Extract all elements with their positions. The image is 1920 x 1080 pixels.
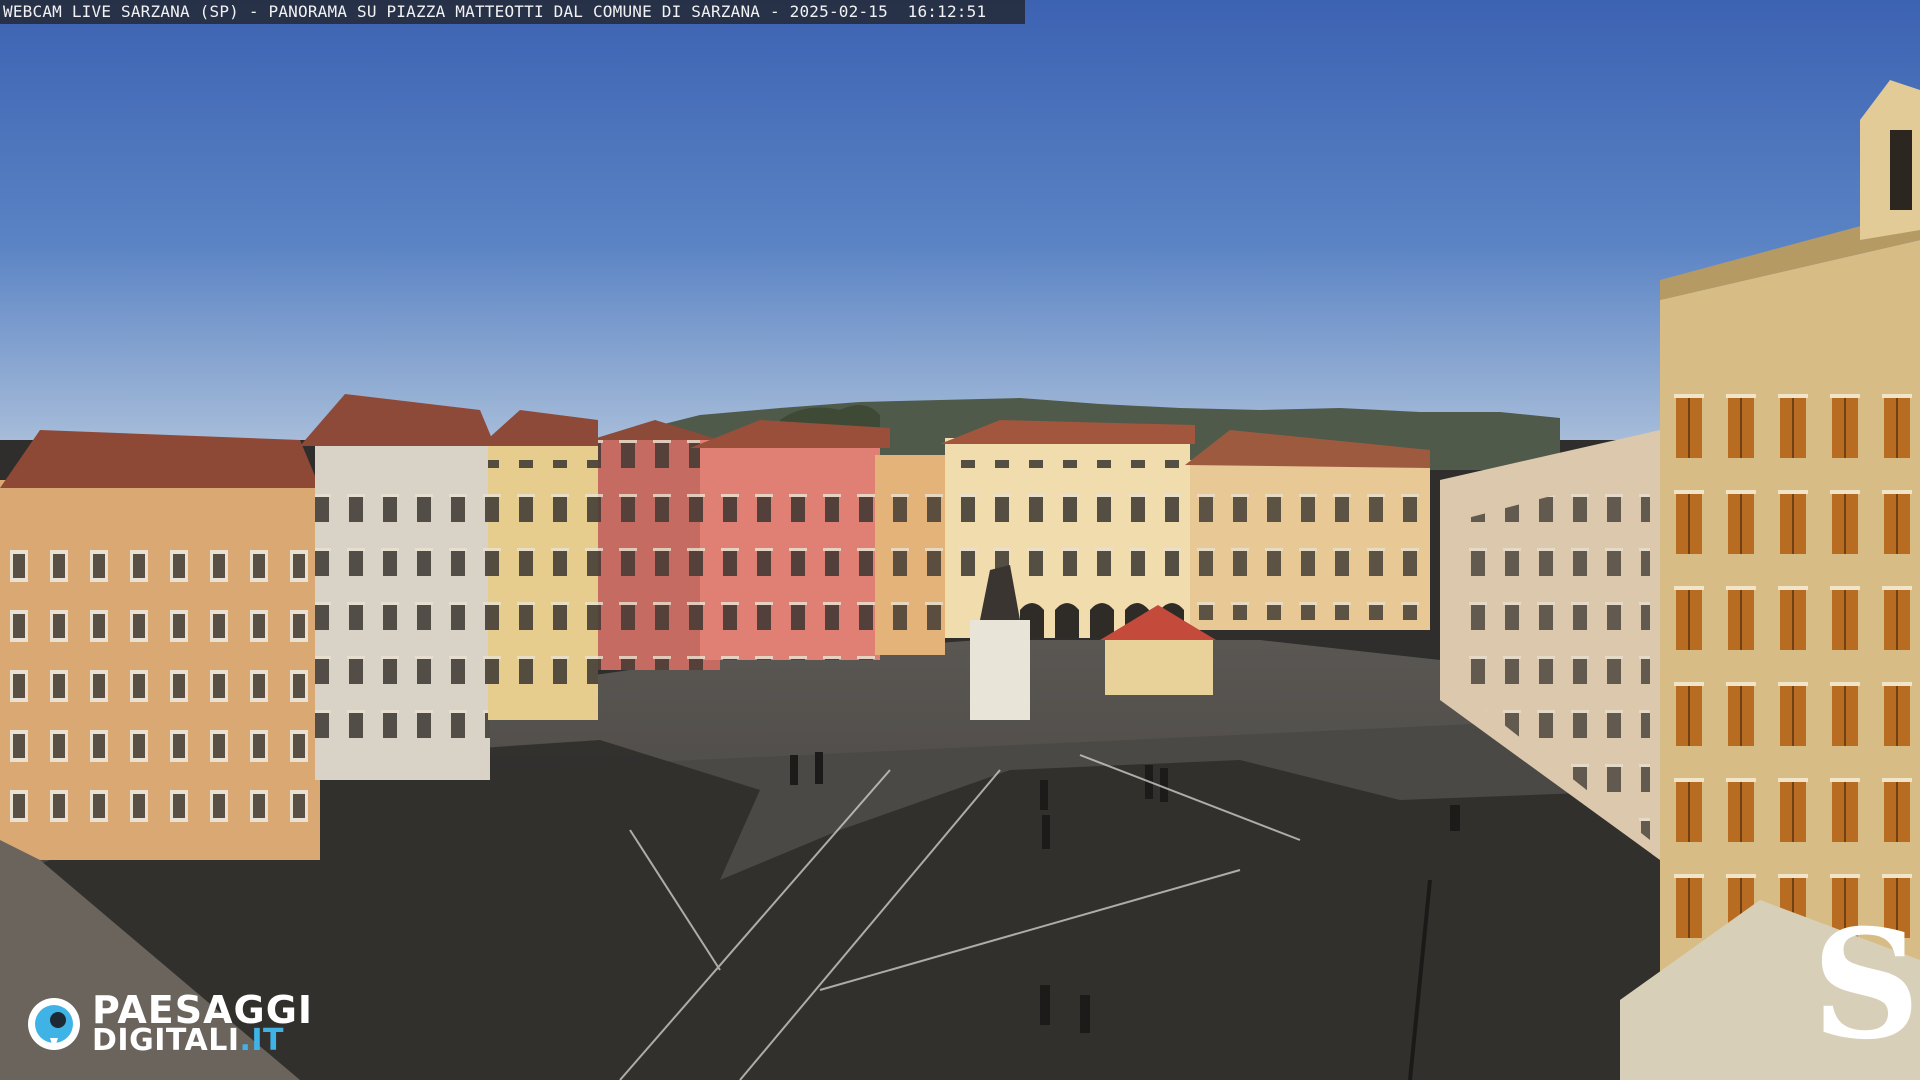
webcam-caption: WEBCAM LIVE SARZANA (SP) - PANORAMA SU P… [0, 0, 1025, 24]
eye-icon [28, 998, 80, 1050]
carousel [1105, 640, 1213, 695]
corner-logo: S [1812, 897, 1920, 1073]
monument-base [970, 620, 1030, 720]
brand-watermark: PAESAGGI DIGITALI.IT [24, 990, 344, 1060]
brand-name: DIGITALI [92, 1023, 240, 1058]
webcam-scene [0, 0, 1920, 1080]
sky [0, 0, 1920, 440]
brand-line-2: DIGITALI.IT [92, 1024, 284, 1058]
brand-tld: .IT [239, 1023, 285, 1058]
